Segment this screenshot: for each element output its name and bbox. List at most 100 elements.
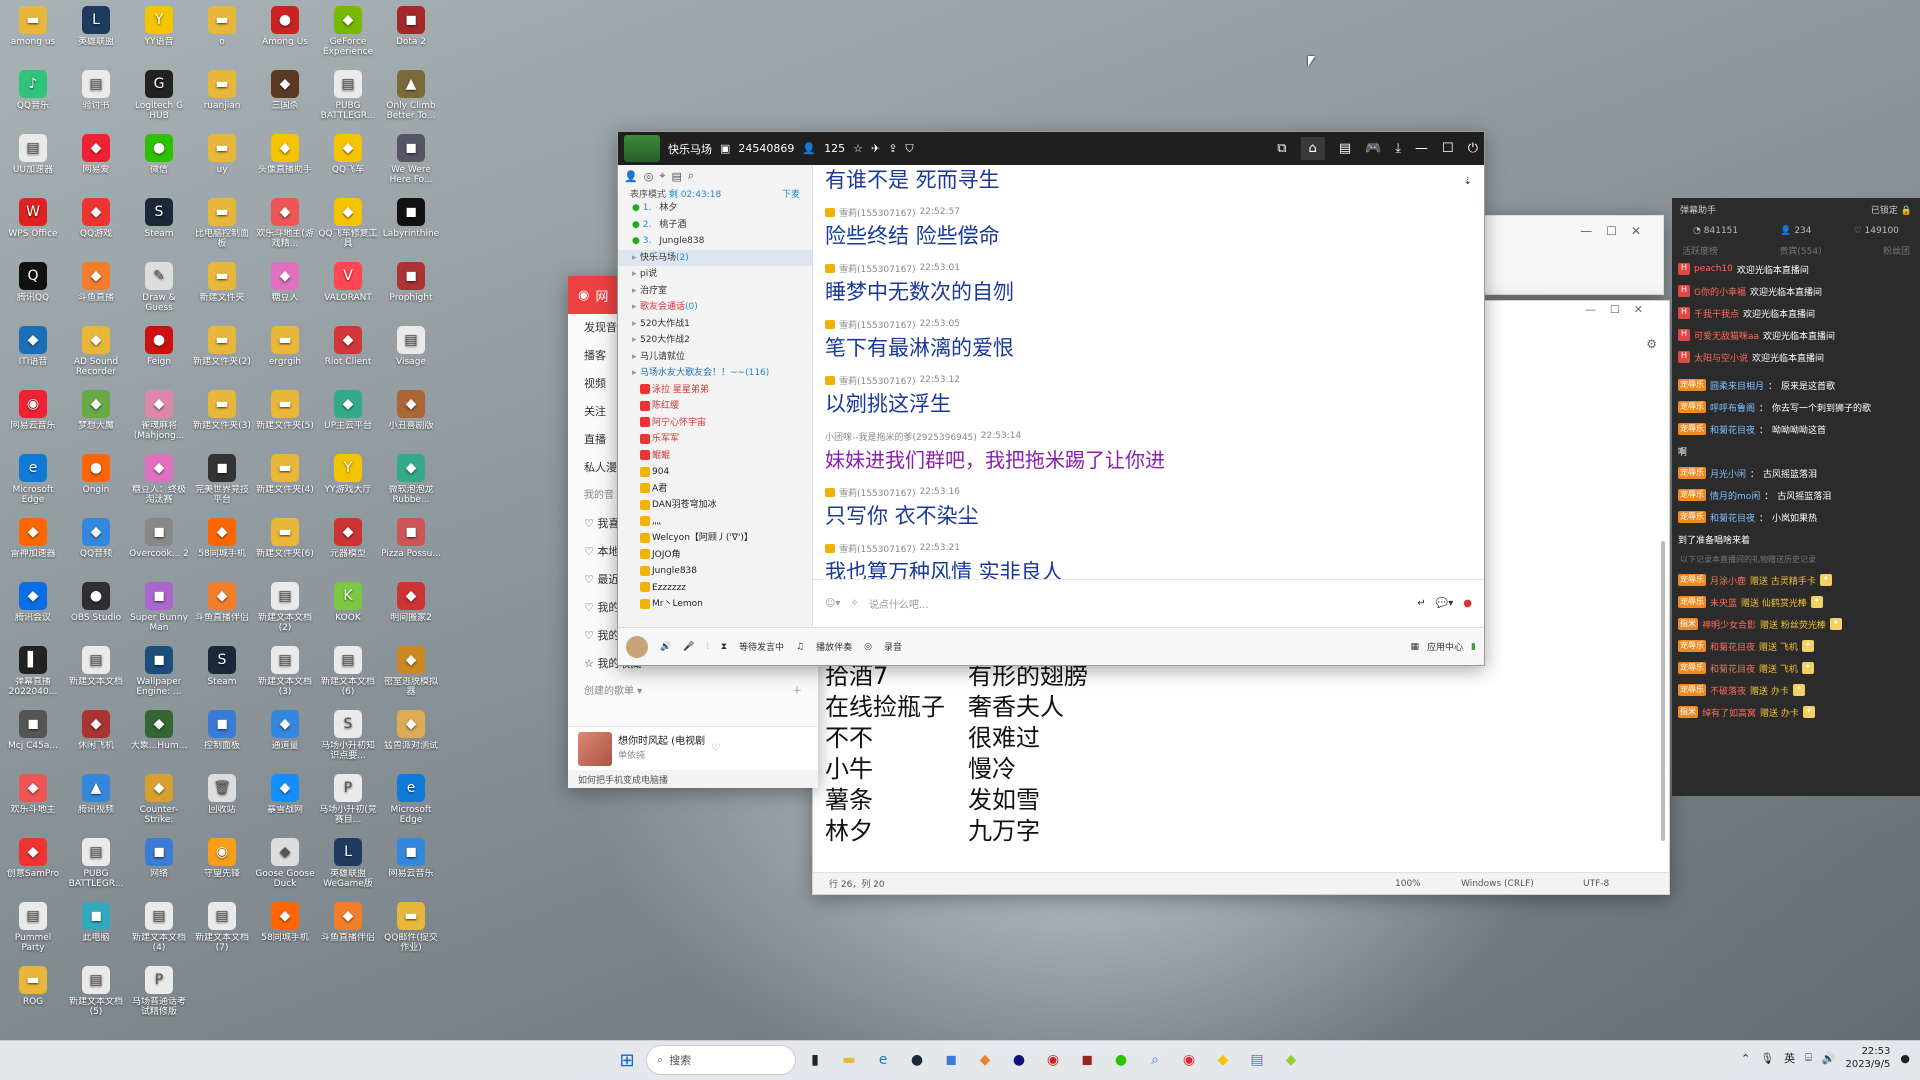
gift-item[interactable]: 指米 神明少女合影 赠送 粉丝荧光棒 ✦	[1672, 613, 1920, 635]
message-author[interactable]: 雪莉(155307167)	[839, 542, 916, 555]
user-item[interactable]: A君	[618, 481, 812, 498]
desktop-icon[interactable]: ▤ 验讨书	[66, 68, 126, 130]
clock[interactable]: 22:53 2023/9/5	[1845, 1045, 1890, 1071]
desktop-icon[interactable]: ▬ 新建文件夹(3)	[192, 388, 252, 450]
desktop-icon[interactable]: ◆ 梦想大魔	[66, 388, 126, 450]
gift-item[interactable]: 宠辱乐 和菊花目夜 赠送 飞机 ✦	[1672, 635, 1920, 657]
add-playlist-icon[interactable]: ＋	[792, 684, 802, 700]
danmu-assistant-panel[interactable]: 弹幕助手 已锁定 🔒 ◔ 841151 👤 234 ♡ 149100 活跃度榜 …	[1672, 198, 1920, 796]
desktop-icon[interactable]: ▬ uy	[192, 132, 252, 194]
desktop-icon[interactable]: ◆ 糖豆人	[255, 260, 315, 322]
desktop-icon[interactable]: ◼ Dota 2	[381, 4, 441, 66]
volume-icon[interactable]: 🔊	[1822, 1052, 1836, 1065]
desktop-icon[interactable]: ◆ 斗鱼直播伴侣	[192, 580, 252, 642]
chat-message[interactable]: 雪莉(155307167) 22:53:21 我也算万种风情 实非良人	[813, 539, 1484, 579]
apps-icon[interactable]: ▦	[1411, 642, 1420, 652]
desktop-icon[interactable]: ◆ 创意SamPro	[3, 836, 63, 898]
search-app-icon[interactable]: ⌕	[1140, 1045, 1170, 1075]
gift-item[interactable]: 宠辱乐 不破落夜 赠送 办卡 ✦	[1672, 679, 1920, 701]
desktop-icon[interactable]: ▬ 新建文件夹(4)	[255, 452, 315, 514]
desktop-icon[interactable]: 🗑 回收站	[192, 772, 252, 834]
store-icon[interactable]: ◼	[936, 1045, 966, 1075]
desktop-icon[interactable]: ▤ 新建文本文档(7)	[192, 900, 252, 962]
app-icon[interactable]: ◆	[970, 1045, 1000, 1075]
desktop-icon[interactable]: K KOOK	[318, 580, 378, 642]
user-item[interactable]: JOJO角	[618, 547, 812, 564]
desktop-icon[interactable]: ▤ PUBG BATTLEGR...	[66, 836, 126, 898]
chat-input-bar[interactable]: ☺▾ ✧ 说点什么吧... ↵ 💬▾ ●	[813, 579, 1484, 627]
desktop-icon[interactable]: ◉ 守望先锋	[192, 836, 252, 898]
mic-queue-item[interactable]: ● 1. 林夕	[618, 200, 812, 217]
desktop-icon[interactable]: ♪ QQ音乐	[3, 68, 63, 130]
desktop-icon[interactable]: ◆ AD Sound Recorder	[66, 324, 126, 386]
desktop-icon[interactable]: S Steam	[129, 196, 189, 258]
danmu-item[interactable]: 宠辱乐 圆柔来目相月：原来是这首歌	[1672, 374, 1920, 396]
danmu-item[interactable]: 宠辱乐 和菊花目夜：小岚如果热	[1672, 506, 1920, 528]
favorite-icon[interactable]: ☆	[853, 142, 863, 155]
desktop-icon[interactable]: ◆ 欢乐斗地主	[3, 772, 63, 834]
gift-item[interactable]: 宠辱乐 和菊花目夜 赠送 飞机 ✦	[1672, 657, 1920, 679]
desktop-icon[interactable]: ▤ Pummel Party	[3, 900, 63, 962]
desktop-icon[interactable]: ◆ 微软泡泡龙Rubbe...	[381, 452, 441, 514]
desktop-icon[interactable]: ▬ 新建文件夹(5)	[255, 388, 315, 450]
message-author[interactable]: 雪莉(155307167)	[839, 206, 916, 219]
group-icon[interactable]: ◎	[644, 170, 654, 183]
danmu-item[interactable]: 宠辱乐 情月的mo闲：古风摇篮落泪	[1672, 484, 1920, 506]
maximize-icon[interactable]: ☐	[1442, 141, 1454, 156]
user-item[interactable]: 904	[618, 464, 812, 481]
desktop-icon[interactable]: ▬ 新建文件夹	[192, 260, 252, 322]
desktop-icon[interactable]: ◆ 斗鱼直播伴侣	[318, 900, 378, 962]
desktop-icon[interactable]: ◉ 网易云音乐	[3, 388, 63, 450]
chat-message[interactable]: 雪莉(155307167) 22:52:57 险些终结 险些偿命	[813, 203, 1484, 259]
notification-icon[interactable]: ●	[1900, 1052, 1910, 1065]
desktop-icon[interactable]: ◆ 大象...Hum...	[129, 708, 189, 770]
desktop-icon[interactable]: ▬ 新建文件夹(2)	[192, 324, 252, 386]
notepad-text-area[interactable]: 拾酒7 有形的翅膀 在线捡瓶子 奢香夫人 不不 很难过 小牛 慢冷 薯条 发如雪 林夕 九万字	[825, 661, 1088, 847]
desktop-icon[interactable]: ▲ Only Climb Better To...	[381, 68, 441, 130]
search-icon[interactable]: ⌕	[688, 169, 694, 183]
gift-item[interactable]: 宠辱乐 未央蓝 赠送 仙鹤赏光棒 ✦	[1672, 591, 1920, 613]
desktop-icon[interactable]: e Microsoft Edge	[3, 452, 63, 514]
message-author[interactable]: 雪莉(155307167)	[839, 374, 916, 387]
input-language[interactable]: 英	[1784, 1050, 1795, 1066]
taskview-icon[interactable]: ▮	[800, 1045, 830, 1075]
edge-icon[interactable]: e	[868, 1045, 898, 1075]
desktop-icon[interactable]: P 马场普通话考试精修版	[129, 964, 189, 1026]
desktop-icon[interactable]: S 马场小升初知识点要...	[318, 708, 378, 770]
desktop-icon[interactable]: ◆ 暴雪战网	[255, 772, 315, 834]
chat-mode-icon[interactable]: 💬▾	[1436, 598, 1453, 609]
steam-icon[interactable]: ●	[902, 1045, 932, 1075]
channel-item[interactable]: ▸ 520大作战2	[618, 332, 812, 349]
desktop-icon[interactable]: ◆ QQ游戏	[66, 196, 126, 258]
app-icon[interactable]: ◆	[1276, 1045, 1306, 1075]
desktop-icon[interactable]: ◆ UP主云平台	[318, 388, 378, 450]
desktop-icon[interactable]: ◆ 猛兽派对测试	[381, 708, 441, 770]
user-item[interactable]: Welcyon【阿顾丿('∇')】	[618, 530, 812, 547]
desktop-icon[interactable]: ▌ 弹幕直播 2022040...	[3, 644, 63, 706]
enter-item[interactable]: H 太阳与空小说 欢迎光临本直播间	[1672, 346, 1920, 368]
desktop-icon[interactable]: ◼ We Were Here Fo...	[381, 132, 441, 194]
mixer-icon[interactable]: ⫶	[706, 642, 708, 652]
yy-icon[interactable]: ◆	[1208, 1045, 1238, 1075]
desktop-icon[interactable]: Y YY语音	[129, 4, 189, 66]
user-item[interactable]: 泳拉 星星弟弟	[618, 382, 812, 399]
message-author[interactable]: 雪莉(155307167)	[839, 486, 916, 499]
desktop-icon[interactable]: ◆ 58同城手机	[255, 900, 315, 962]
location-icon[interactable]: ⌖	[659, 169, 665, 183]
notes-icon[interactable]: ▤	[672, 170, 682, 183]
desktop-icon[interactable]: ◼ Super Bunny Man	[129, 580, 189, 642]
desktop-icon[interactable]: ◆ 斗鱼直播	[66, 260, 126, 322]
desktop-icon[interactable]: ◆ 58同城手机	[192, 516, 252, 578]
desktop-icon[interactable]: ▬ ergrgih	[255, 324, 315, 386]
user-item[interactable]: 乐军军	[618, 431, 812, 448]
user-item[interactable]: 灬	[618, 514, 812, 531]
desktop-icon[interactable]: ▤ 新建文本文档(3)	[255, 644, 315, 706]
desktop-icon[interactable]: ▤ UU加速器	[3, 132, 63, 194]
app-icon[interactable]: ◼	[1072, 1045, 1102, 1075]
yy-title-bar[interactable]: 快乐马场 ▣ 24540869 👤 125 ☆ ✈ ⇪ ⛉ ⧉ ⌂ ▤ 🎮 ⤓ …	[618, 132, 1484, 165]
avatar[interactable]	[626, 635, 648, 658]
desktop-icon[interactable]: ◆ QQ音频	[66, 516, 126, 578]
channel-item[interactable]: ▸ 治疗室	[618, 283, 812, 300]
notepad-window-controls[interactable]: —☐✕	[1585, 303, 1657, 316]
wechat-icon[interactable]: ●	[1106, 1045, 1136, 1075]
